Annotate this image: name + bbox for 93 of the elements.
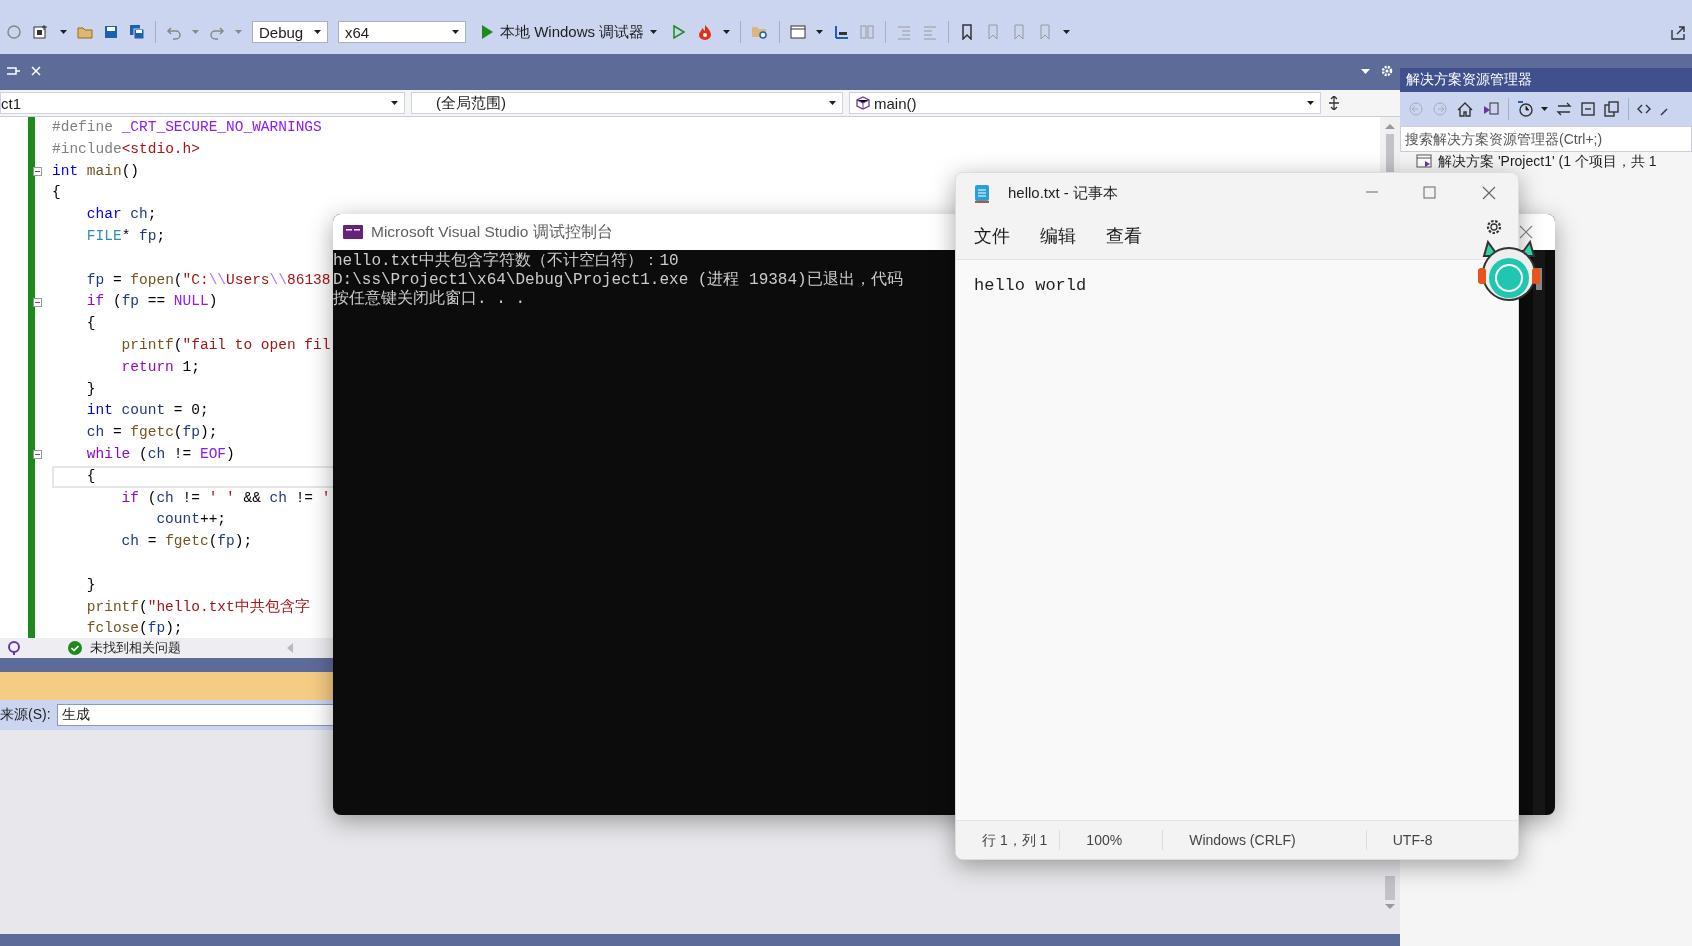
code-line: if (fp == NULL) [85, 292, 218, 312]
status-text: 未找到相关问题 [90, 639, 181, 657]
caret-icon [391, 101, 398, 105]
source-field[interactable]: 生成 [56, 704, 335, 726]
home-icon[interactable] [1456, 101, 1474, 117]
caret-icon [816, 30, 824, 34]
share-icon[interactable] [1670, 24, 1686, 40]
copy-icon[interactable] [1604, 101, 1620, 117]
code-line: ch = fgetc(fp); [85, 423, 218, 443]
status-text: UTF-8 [1391, 831, 1434, 850]
debug-start-button[interactable]: 本地 Windows 调试器 [476, 22, 662, 42]
configuration-dropdown[interactable]: Debug [252, 21, 328, 43]
fold-toggle[interactable] [33, 450, 42, 460]
play-outline-icon[interactable] [671, 24, 688, 40]
member-dropdown[interactable]: main() [849, 92, 1321, 114]
console-icon [343, 225, 363, 239]
status-text: 行 1，列 1 [956, 830, 1061, 850]
code-line: { [52, 183, 61, 203]
fold-toggle[interactable] [33, 167, 42, 176]
cube-icon [856, 96, 870, 110]
code-line: count++; [155, 510, 227, 530]
clock-icon[interactable] [1517, 101, 1533, 117]
code-line: char ch; [85, 205, 157, 225]
caret-icon [452, 30, 459, 34]
text-content: hello world [973, 275, 1088, 297]
split-icon[interactable] [1327, 96, 1341, 110]
tree-item-label[interactable]: 解决方案 'Project1' (1 个项目，共 1 [1438, 153, 1657, 169]
play-icon [480, 24, 494, 40]
new-project-icon[interactable] [32, 24, 50, 40]
scope-dropdown[interactable]: (全局范围) [411, 92, 843, 114]
scrollbar-thumb-icon[interactable] [1386, 134, 1394, 174]
scrollbar-thumb-icon[interactable] [1385, 876, 1395, 900]
check-circle-icon [68, 641, 82, 655]
status-text: 100% [1060, 830, 1164, 850]
code-line: int count = 0; [85, 401, 209, 421]
caret-icon [1307, 101, 1314, 105]
project-dropdown[interactable]: ct1 [0, 92, 405, 114]
code-line: while (ch != EOF) [85, 444, 235, 464]
search-field[interactable]: 搜索解决方案资源管理器(Ctrl+;) [1400, 126, 1692, 152]
dropdown-icon[interactable] [1361, 68, 1370, 74]
code-line: ch = fgetc(fp); [120, 532, 253, 552]
settings-icon[interactable] [1380, 64, 1394, 78]
caret-icon [235, 30, 242, 34]
vs-project-icon[interactable] [1482, 101, 1500, 117]
code-line: } [85, 379, 96, 399]
code-line: } [85, 575, 96, 595]
menu-item[interactable]: 编辑 [1028, 220, 1088, 252]
fold-toggle[interactable] [33, 297, 42, 307]
code-line: fp = fopen("C:\\Users\\86138 [85, 270, 331, 290]
caret-icon [60, 30, 67, 34]
caret-icon [650, 30, 658, 34]
caret-icon [1541, 107, 1548, 111]
intellicode-icon[interactable] [6, 640, 22, 656]
close-icon[interactable] [1519, 225, 1533, 239]
settings-icon[interactable] [1484, 217, 1504, 237]
console-line: 按任意键关闭此窗口. . . [333, 290, 525, 309]
code-icon[interactable] [1637, 102, 1651, 116]
step-icon[interactable] [833, 24, 850, 40]
code-line: int main() [52, 161, 140, 181]
code-line: fclose(fp); [85, 619, 183, 639]
code-line: { [85, 314, 96, 334]
status-text: Windows (CRLF) [1163, 830, 1367, 850]
code-line: #define _CRT_SECURE_NO_WARNINGS [52, 118, 322, 137]
close-icon[interactable] [1482, 186, 1496, 200]
caret-icon [314, 30, 321, 34]
sync-icon[interactable] [1556, 101, 1572, 117]
platform-dropdown[interactable]: x64 [338, 21, 466, 43]
menu-item[interactable]: 查看 [1094, 220, 1154, 252]
caret-icon [723, 30, 731, 34]
panel-title: 解决方案资源管理器 [1400, 68, 1692, 92]
caret-icon [829, 101, 836, 105]
console-line: hello.txt中共包含字符数（不计空白符）：10 [333, 252, 679, 271]
code-line: #include<stdio.h> [52, 139, 200, 159]
code-line: printf("hello.txt中共包含字 [85, 597, 310, 617]
collapse-all-icon[interactable] [1580, 101, 1596, 117]
console-line: D:\ss\Project1\x64\Debug\Project1.exe (进程 19384)已退出，代码 [333, 271, 903, 289]
save-icon[interactable] [103, 24, 119, 40]
caret-icon [1063, 30, 1071, 34]
source-label: 来源(S): [0, 706, 51, 724]
window-title: hello.txt - 记事本 [1008, 183, 1119, 203]
window-icon[interactable] [790, 24, 807, 40]
pin-icon[interactable] [6, 65, 20, 77]
code-line: if (ch != ' ' && ch != ' [120, 488, 331, 508]
caret-icon [192, 30, 199, 34]
menu-item[interactable]: 文件 [962, 220, 1022, 252]
window-title: Microsoft Visual Studio 调试控制台 [371, 221, 613, 242]
code-line: return 1; [120, 357, 200, 377]
notepad-icon [974, 183, 990, 203]
scrollbar-icon[interactable] [1533, 250, 1545, 815]
code-line: printf("fail to open fil [120, 335, 331, 355]
code-line: FILE* fp; [85, 227, 166, 246]
save-all-icon[interactable] [129, 24, 145, 40]
flame-icon[interactable] [697, 24, 714, 40]
